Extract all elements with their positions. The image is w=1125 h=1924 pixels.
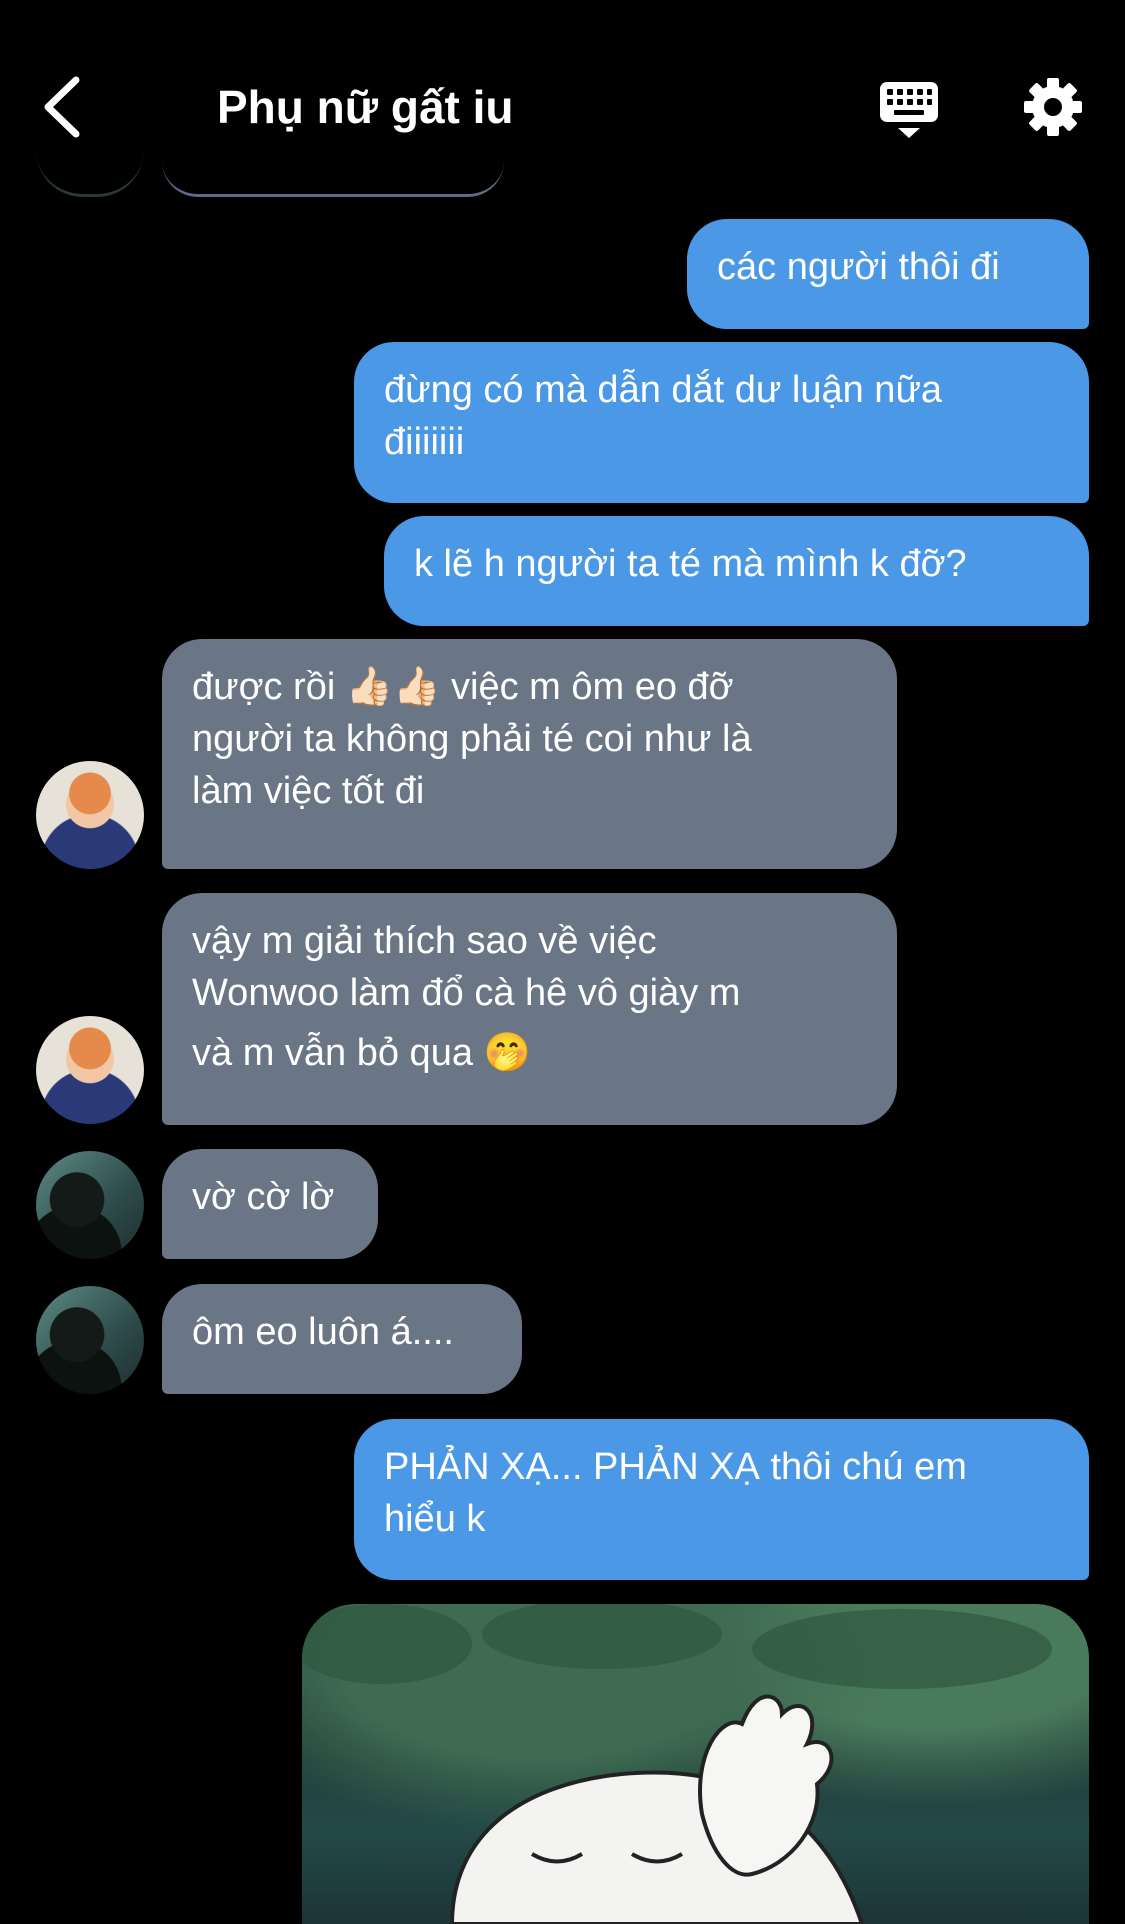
image-message[interactable] <box>302 1604 1089 1924</box>
avatar[interactable] <box>36 761 144 869</box>
message-text: người ta không phải té coi như là <box>192 718 752 760</box>
back-button[interactable] <box>38 72 88 142</box>
message-text: các người thôi đi <box>717 246 1000 288</box>
message-text: điiiiiii <box>384 421 465 463</box>
message-text: vờ cờ lờ <box>192 1176 335 1218</box>
message-text: làm việc tốt đi <box>192 770 425 812</box>
sticker-image <box>302 1604 1052 1924</box>
chat-title[interactable]: Phụ nữ gất iu <box>217 80 514 134</box>
settings-button[interactable] <box>1022 76 1084 138</box>
message-text: và m vẫn bỏ qua 🤭 <box>192 1032 531 1074</box>
message-bubble-incoming[interactable]: vờ cờ lờ <box>162 1149 378 1259</box>
gear-icon <box>1024 78 1082 136</box>
message-text: đừng có mà dẫn dắt dư luận nữa <box>384 369 943 411</box>
message-bubble-incoming[interactable]: vậy m giải thích sao về việc Wonwoo làm … <box>162 893 897 1125</box>
message-text: ôm eo luôn á.... <box>192 1311 454 1353</box>
keyboard-button[interactable] <box>878 80 940 142</box>
message-text: hiểu k <box>384 1498 486 1540</box>
message-text: PHẢN XẠ... PHẢN XẠ thôi chú em <box>384 1446 967 1488</box>
message-text: được rồi 👍🏻👍🏻 việc m ôm eo đỡ <box>192 666 734 708</box>
message-text: k lẽ h người ta té mà mình k đỡ? <box>414 543 967 585</box>
keyboard-icon <box>880 82 938 138</box>
avatar[interactable] <box>36 1016 144 1124</box>
avatar[interactable] <box>36 1286 144 1394</box>
message-bubble-outgoing[interactable]: các người thôi đi <box>687 219 1089 329</box>
chevron-left-icon <box>44 76 80 138</box>
message-bubble-outgoing[interactable]: PHẢN XẠ... PHẢN XẠ thôi chú em hiểu k <box>354 1419 1089 1580</box>
avatar[interactable] <box>36 1151 144 1259</box>
message-bubble-partial[interactable] <box>162 150 504 197</box>
message-bubble-outgoing[interactable]: đừng có mà dẫn dắt dư luận nữa điiiiiii <box>354 342 1089 503</box>
message-bubble-incoming[interactable]: được rồi 👍🏻👍🏻 việc m ôm eo đỡ người ta k… <box>162 639 897 869</box>
message-bubble-incoming[interactable]: ôm eo luôn á.... <box>162 1284 522 1394</box>
message-text: Wonwoo làm đổ cà hê vô giày m <box>192 972 741 1014</box>
message-bubble-outgoing[interactable]: k lẽ h người ta té mà mình k đỡ? <box>384 516 1089 626</box>
message-text: vậy m giải thích sao về việc <box>192 920 657 962</box>
